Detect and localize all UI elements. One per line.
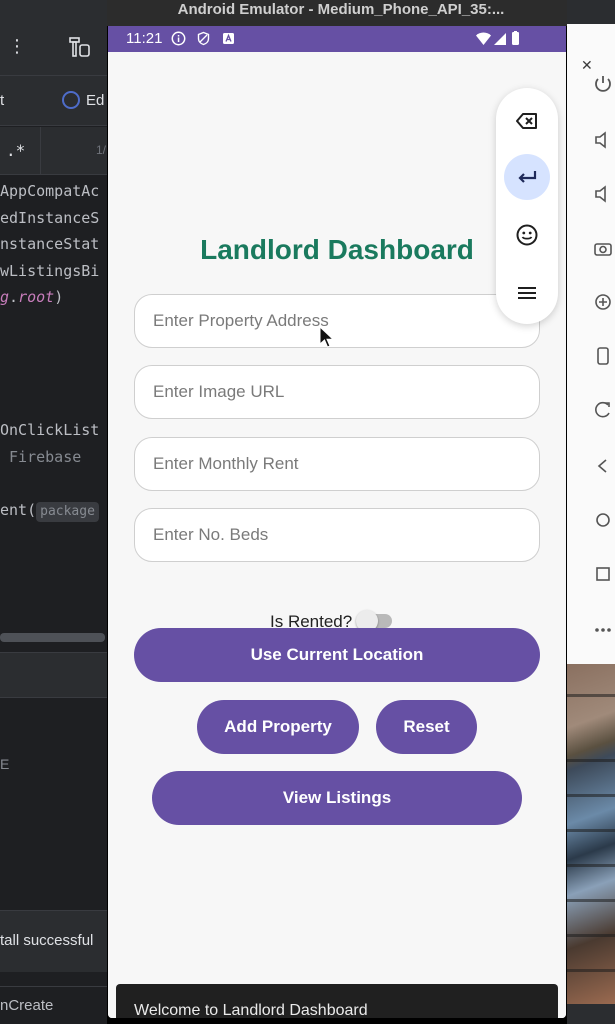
more-icon[interactable] <box>593 620 613 640</box>
ide-window: ⋮ t Ed .* 1/ AppCompatAc edInstanceS nstan… <box>0 0 110 1024</box>
backspace-icon <box>516 113 537 129</box>
emulator-window: Android Emulator - Medium_Phone_API_35:.… <box>107 0 567 1024</box>
code-line: AppCompatAc <box>0 182 100 200</box>
code-editor[interactable]: AppCompatAc edInstanceS nstanceStat wListin… <box>0 178 110 524</box>
emulator-toolbar: ✕ <box>567 24 615 664</box>
android-status-bar: 11:21 <box>108 26 566 52</box>
horizontal-scrollbar[interactable] <box>0 633 105 642</box>
code-line: g.root) <box>0 288 64 307</box>
build-status-bar: tall successful <box>0 910 110 972</box>
info-icon <box>171 31 186 46</box>
phone-screen: 11:21 Landlord Dashboard Enter Property … <box>108 26 566 1018</box>
property-address-field[interactable] <box>134 294 540 348</box>
editor-tabs: t Ed <box>0 76 110 126</box>
floating-keyboard-toolbar <box>496 88 558 324</box>
app-notification-icon <box>223 33 234 44</box>
more-vert-icon[interactable]: ⋮ <box>8 36 26 57</box>
desktop: ⋮ t Ed .* 1/ AppCompatAc edInstanceS nstan… <box>0 0 615 1024</box>
breadcrumb: nCreate <box>0 986 110 1024</box>
find-bar: .* 1/ <box>0 127 110 175</box>
use-current-location-button[interactable]: Use Current Location <box>134 628 540 682</box>
toast-message: Welcome to Landlord Dashboard <box>116 984 558 1018</box>
code-line: ent(package <box>0 497 110 524</box>
menu-button[interactable] <box>504 270 550 316</box>
monthly-rent-input[interactable] <box>135 438 539 490</box>
editor-tab-label[interactable]: t <box>0 92 4 109</box>
menu-icon <box>518 287 536 299</box>
emoji-icon <box>516 224 538 246</box>
volume-down-icon[interactable] <box>593 184 613 204</box>
status-time: 11:21 <box>126 30 163 47</box>
system-status-icons <box>476 31 519 45</box>
no-beds-field[interactable] <box>134 508 540 562</box>
emulator-side-panel: ✕ <box>567 0 615 1024</box>
property-address-input[interactable] <box>135 295 539 347</box>
enter-button[interactable] <box>504 154 550 200</box>
device-manager-icon[interactable] <box>68 36 92 58</box>
backspace-button[interactable] <box>504 98 550 144</box>
wifi-icon <box>476 32 491 45</box>
power-icon[interactable] <box>593 74 613 94</box>
zoom-in-icon[interactable] <box>593 292 613 312</box>
shield-icon <box>197 31 210 46</box>
code-line: edInstanceS <box>0 208 100 227</box>
tool-window-header <box>0 652 110 698</box>
parameter-hint: package <box>36 502 99 523</box>
code-line: nstanceStat <box>0 235 100 254</box>
back-icon[interactable] <box>593 456 613 476</box>
code-line: wListingsBi <box>0 261 100 280</box>
close-icon[interactable]: ✕ <box>581 58 593 74</box>
add-property-button[interactable]: Add Property <box>197 700 359 754</box>
monthly-rent-field[interactable] <box>134 437 540 491</box>
image-url-field[interactable] <box>134 365 540 419</box>
emoji-button[interactable] <box>504 212 550 258</box>
rotate-icon[interactable] <box>593 346 613 366</box>
home-icon[interactable] <box>593 510 613 530</box>
signal-icon <box>494 33 506 45</box>
volume-up-icon[interactable] <box>593 130 613 150</box>
divider <box>40 127 41 175</box>
overview-icon[interactable] <box>593 564 613 584</box>
ide-toolbar: ⋮ <box>0 0 110 76</box>
emulator-title: Android Emulator - Medium_Phone_API_35:.… <box>107 0 567 26</box>
editor-tab-label[interactable]: Ed <box>86 92 104 109</box>
no-beds-input[interactable] <box>135 509 539 561</box>
view-listings-button[interactable]: View Listings <box>152 771 522 825</box>
find-match-count: 1/ <box>96 143 107 157</box>
kotlin-file-icon <box>62 91 80 109</box>
panel-text: E <box>0 756 10 772</box>
code-line: OnClickList <box>0 421 100 440</box>
image-url-input[interactable] <box>135 366 539 418</box>
mouse-pointer-icon <box>319 326 333 348</box>
regex-toggle[interactable]: .* <box>6 141 25 160</box>
battery-icon <box>512 32 519 45</box>
build-status-text: tall successful <box>0 932 94 949</box>
camera-icon[interactable] <box>593 238 613 258</box>
breadcrumb-item[interactable]: nCreate <box>0 997 53 1014</box>
background-photo <box>567 664 615 1004</box>
code-line: Firebase <box>0 447 82 466</box>
rotate-right-icon[interactable] <box>593 400 613 420</box>
enter-icon <box>518 171 537 183</box>
reset-button[interactable]: Reset <box>376 700 477 754</box>
